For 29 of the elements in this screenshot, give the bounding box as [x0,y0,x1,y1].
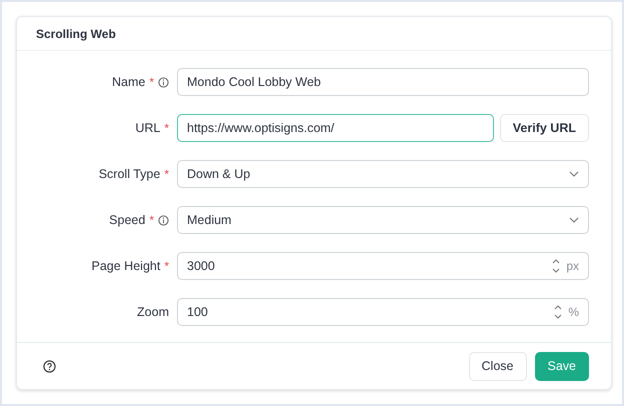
dialog-title: Scrolling Web [36,26,116,40]
unit-label: % [568,305,579,319]
input-field[interactable]: Mondo Cool Lobby Web [177,68,589,96]
field-label: Zoom [137,305,169,319]
help-icon[interactable] [43,360,56,372]
field-label: URL [135,121,160,135]
field-label: Scroll Type [98,167,160,181]
close-button[interactable]: Close [468,352,526,380]
chevron-down-icon [569,217,579,223]
required-mark: * [149,75,154,89]
select-field[interactable]: Down & Up [177,160,589,188]
chevron-down-icon [569,171,579,177]
field-label: Page Height [92,259,160,273]
required-mark: * [164,121,169,135]
verify-button[interactable]: Verify URL [500,114,589,142]
unit-label: px [566,259,579,273]
required-mark: * [164,167,169,181]
input-field[interactable]: 3000 px [177,252,589,280]
field-label: Name [112,75,146,89]
required-mark: * [164,259,169,273]
input-field[interactable]: https://www.optisigns.com/ [177,114,494,142]
spinner-arrows-icon[interactable] [552,258,560,274]
info-icon [158,214,169,226]
spinner-arrows-icon[interactable] [554,304,562,320]
field-label: Speed [109,213,146,227]
select-field[interactable]: Medium [177,206,589,234]
info-icon [158,76,169,88]
required-mark: * [149,213,154,227]
input-field[interactable]: 100 % [177,298,589,326]
